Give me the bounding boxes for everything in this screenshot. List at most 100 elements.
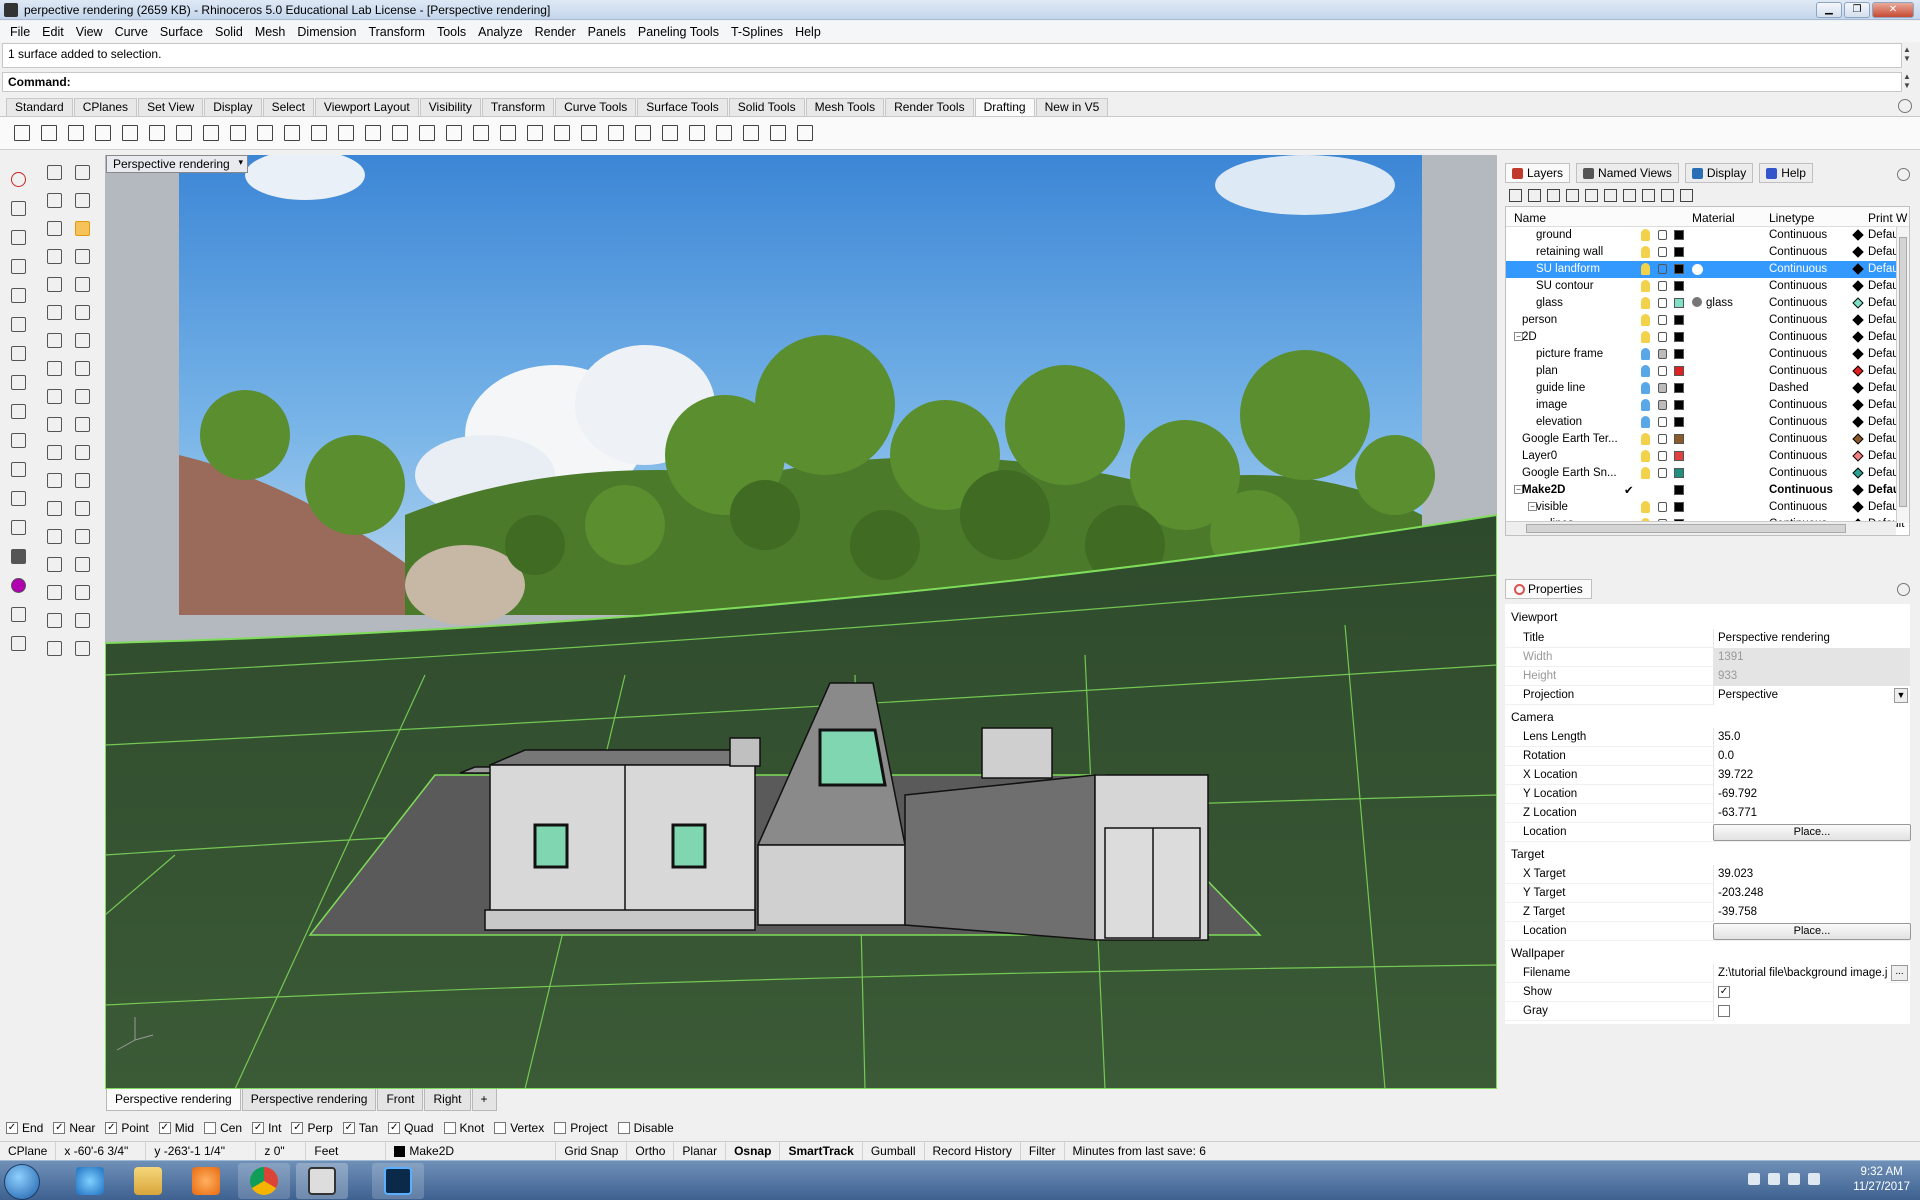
- side-tool-15-icon[interactable]: [6, 573, 30, 597]
- print-color-icon[interactable]: [1852, 450, 1864, 462]
- visibility-bulb-icon[interactable]: [1641, 399, 1650, 411]
- layer-linetype[interactable]: Continuous: [1769, 467, 1827, 479]
- toolbar-tab-render-tools[interactable]: Render Tools: [885, 98, 974, 116]
- delete-layer-icon[interactable]: [1547, 188, 1560, 202]
- layer-name[interactable]: retaining wall: [1536, 246, 1603, 258]
- move-to-parent-icon[interactable]: [1604, 188, 1617, 202]
- layer-row[interactable]: picture frame Continuous Default: [1506, 346, 1909, 363]
- prop-ztarget-value[interactable]: -39.758: [1713, 903, 1910, 922]
- toolbar-tab-standard[interactable]: Standard: [6, 98, 73, 116]
- col-linetype[interactable]: Linetype: [1769, 211, 1814, 225]
- drafting-tool-16-icon[interactable]: [415, 121, 439, 145]
- menu-t-splines[interactable]: T-Splines: [725, 25, 789, 39]
- status-toggle-osnap[interactable]: Osnap: [726, 1141, 781, 1161]
- side-tool-6-icon[interactable]: [6, 312, 30, 336]
- print-color-icon[interactable]: [1852, 348, 1864, 360]
- menu-analyze[interactable]: Analyze: [472, 25, 528, 39]
- curve-tool-9-icon[interactable]: [42, 272, 66, 296]
- minimize-button[interactable]: ▁: [1816, 2, 1842, 18]
- layer-color-swatch[interactable]: [1674, 400, 1684, 410]
- history-scroll[interactable]: ▲ ▼: [1900, 45, 1914, 65]
- osnap-checkbox[interactable]: ✓: [342, 1122, 355, 1134]
- menu-view[interactable]: View: [70, 25, 109, 39]
- side-tool-8-icon[interactable]: [6, 370, 30, 394]
- drafting-tool-19-icon[interactable]: [496, 121, 520, 145]
- layer-color-swatch[interactable]: [1674, 485, 1684, 495]
- drafting-tool-18-icon[interactable]: [469, 121, 493, 145]
- status-toggle-planar[interactable]: Planar: [674, 1141, 727, 1161]
- layer-name[interactable]: SU contour: [1536, 280, 1594, 292]
- print-color-icon[interactable]: [1852, 297, 1864, 309]
- layer-name[interactable]: Layer0: [1522, 450, 1557, 462]
- material-icon[interactable]: [1692, 264, 1703, 275]
- lock-icon[interactable]: [1658, 247, 1667, 257]
- layer-color-swatch[interactable]: [1674, 298, 1684, 308]
- viewport-tab-perspective-rendering[interactable]: Perspective rendering: [106, 1089, 241, 1111]
- layer-linetype[interactable]: Continuous: [1769, 348, 1827, 360]
- prop-zloc-value[interactable]: -63.771: [1713, 804, 1910, 823]
- drafting-tool-23-icon[interactable]: [604, 121, 628, 145]
- viewport-tab-front[interactable]: Front: [377, 1089, 424, 1111]
- drafting-tool-21-icon[interactable]: [550, 121, 574, 145]
- print-color-icon[interactable]: [1852, 501, 1864, 513]
- visibility-bulb-icon[interactable]: [1641, 246, 1650, 258]
- command-line[interactable]: Command:: [2, 72, 1902, 92]
- side-tool-7-icon[interactable]: [6, 341, 30, 365]
- osnap-project[interactable]: Project: [554, 1121, 608, 1135]
- status-toggle-record-history[interactable]: Record History: [925, 1141, 1021, 1161]
- filter-icon[interactable]: [1623, 188, 1636, 202]
- drafting-tool-7-icon[interactable]: [172, 121, 196, 145]
- panel-options-gear-icon[interactable]: [1897, 168, 1910, 181]
- visibility-bulb-icon[interactable]: [1641, 331, 1650, 343]
- toolbar-tab-surface-tools[interactable]: Surface Tools: [637, 98, 728, 116]
- gray-checkbox[interactable]: [1718, 1005, 1730, 1017]
- visibility-bulb-icon[interactable]: [1641, 467, 1650, 479]
- drafting-tool-10-icon[interactable]: [253, 121, 277, 145]
- drafting-tool-4-icon[interactable]: [91, 121, 115, 145]
- prop-title-value[interactable]: Perspective rendering: [1713, 629, 1910, 648]
- osnap-checkbox[interactable]: ✓: [158, 1122, 171, 1134]
- osnap-tan[interactable]: ✓ Tan: [342, 1121, 378, 1135]
- visibility-bulb-icon[interactable]: [1641, 501, 1650, 513]
- drafting-tool-17-icon[interactable]: [442, 121, 466, 145]
- photoshop-icon[interactable]: [372, 1163, 424, 1199]
- prop-lens-value[interactable]: 35.0: [1713, 728, 1910, 747]
- layer-name[interactable]: SU landform: [1536, 263, 1600, 275]
- osnap-checkbox[interactable]: ✓: [6, 1122, 18, 1134]
- visibility-bulb-icon[interactable]: [1641, 365, 1650, 377]
- menu-curve[interactable]: Curve: [109, 25, 154, 39]
- osnap-checkbox[interactable]: [494, 1122, 507, 1134]
- perspective-viewport[interactable]: [105, 155, 1497, 1089]
- print-color-icon[interactable]: [1852, 484, 1864, 496]
- layer-color-swatch[interactable]: [1674, 366, 1684, 376]
- lock-icon[interactable]: [1658, 451, 1667, 461]
- status-toggle-ortho[interactable]: Ortho: [627, 1141, 675, 1161]
- toolbar-tab-visibility[interactable]: Visibility: [419, 98, 481, 116]
- layer-name[interactable]: Google Earth Ter...: [1522, 433, 1618, 445]
- layer-material[interactable]: glass: [1692, 297, 1733, 309]
- layer-name[interactable]: image: [1536, 399, 1567, 411]
- layer-row[interactable]: −2D Continuous Default: [1506, 329, 1909, 346]
- file-explorer-icon[interactable]: [122, 1163, 174, 1199]
- drafting-tool-2-icon[interactable]: [37, 121, 61, 145]
- internet-explorer-icon[interactable]: [64, 1163, 116, 1199]
- prop-xtarget-value[interactable]: 39.023: [1713, 865, 1910, 884]
- lock-icon[interactable]: [1658, 264, 1667, 274]
- menu-solid[interactable]: Solid: [209, 25, 249, 39]
- drafting-tool-22-icon[interactable]: [577, 121, 601, 145]
- cplane-label[interactable]: CPlane: [0, 1141, 57, 1161]
- lock-icon[interactable]: [1658, 417, 1667, 427]
- curve-tool-5-icon[interactable]: [42, 216, 66, 240]
- layer-row[interactable]: ground Continuous Default: [1506, 227, 1909, 244]
- drafting-tool-11-icon[interactable]: [280, 121, 304, 145]
- side-tool-11-icon[interactable]: [6, 457, 30, 481]
- tools-icon[interactable]: [1661, 188, 1674, 202]
- layer-row[interactable]: SU contour Continuous Default: [1506, 278, 1909, 295]
- layer-row[interactable]: image Continuous Default: [1506, 397, 1909, 414]
- lock-icon[interactable]: [1658, 315, 1667, 325]
- properties-options-gear-icon[interactable]: [1897, 583, 1910, 596]
- osnap-perp[interactable]: ✓ Perp: [291, 1121, 333, 1135]
- lock-icon[interactable]: [1658, 281, 1667, 291]
- menu-transform[interactable]: Transform: [362, 25, 431, 39]
- lock-icon[interactable]: [1658, 366, 1667, 376]
